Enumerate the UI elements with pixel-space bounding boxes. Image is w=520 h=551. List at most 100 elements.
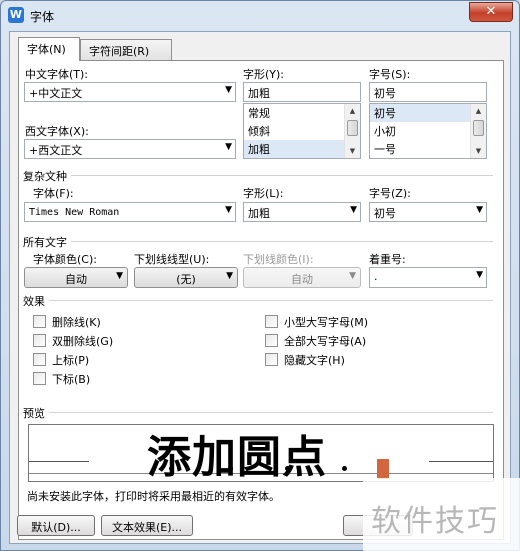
complex-font-label: 字体(F): — [33, 187, 74, 200]
font-style-list[interactable]: 常规 倾斜 加粗 ▲ ▼ — [243, 103, 361, 159]
chinese-font-combo[interactable]: +中文正文 ▼ — [24, 82, 236, 102]
checkbox-box[interactable] — [265, 353, 278, 366]
font-size-scrollbar[interactable]: ▲ ▼ — [470, 104, 486, 158]
subscript-label: 下标(B) — [52, 373, 91, 386]
complex-font-value: Times New Roman — [29, 207, 120, 218]
underline-type-dropdown[interactable]: (无) ▼ — [134, 267, 238, 288]
font-style-option-italic[interactable]: 倾斜 — [244, 122, 360, 140]
font-color-value: 自动 — [65, 273, 87, 286]
font-style-input[interactable]: 加粗 — [243, 82, 361, 102]
font-size-option-yihao[interactable]: 一号 — [370, 140, 486, 158]
preview-baseline-right — [429, 461, 493, 462]
chevron-down-icon[interactable]: ▼ — [226, 271, 233, 281]
font-size-option-chuhao[interactable]: 初号 — [370, 104, 486, 122]
text-effects-button[interactable]: 文本效果(E)... — [101, 515, 193, 536]
font-style-option-bold[interactable]: 加粗 — [244, 140, 360, 158]
font-size-input[interactable]: 初号 — [369, 82, 487, 102]
underline-color-label: 下划线颜色(I): — [243, 253, 314, 266]
font-color-dropdown[interactable]: 自动 ▼ — [24, 267, 128, 288]
chevron-down-icon[interactable]: ▼ — [225, 142, 232, 152]
chevron-down-icon: ▼ — [349, 271, 356, 281]
effects-section-title: 效果 — [23, 293, 49, 309]
wps-app-icon: W — [8, 7, 24, 23]
hidden-text-checkbox[interactable]: 隐藏文字(H) — [265, 352, 345, 368]
strikethrough-checkbox[interactable]: 删除线(K) — [33, 314, 101, 330]
emphasis-dot — [169, 466, 174, 471]
chevron-down-icon[interactable]: ▼ — [476, 270, 483, 280]
scrollbar-thumb[interactable] — [347, 120, 358, 136]
chevron-down-icon[interactable]: ▼ — [225, 205, 232, 215]
font-style-label: 字形(Y): — [243, 68, 285, 81]
western-font-combo[interactable]: +西文正文 ▼ — [24, 139, 236, 159]
subscript-checkbox[interactable]: 下标(B) — [33, 371, 90, 387]
chinese-font-label: 中文字体(T): — [25, 68, 89, 81]
complex-style-label: 字形(L): — [243, 187, 284, 200]
superscript-checkbox[interactable]: 上标(P) — [33, 352, 89, 368]
small-caps-checkbox[interactable]: 小型大写字母(M) — [265, 314, 368, 330]
checkbox-box[interactable] — [33, 315, 46, 328]
complex-section-title: 复杂文种 — [23, 168, 71, 184]
scroll-up-arrow-icon[interactable]: ▲ — [471, 104, 486, 118]
double-strikethrough-checkbox[interactable]: 双删除线(G) — [33, 333, 113, 349]
close-button[interactable]: ✕ — [469, 2, 513, 22]
all-caps-checkbox[interactable]: 全部大写字母(A) — [265, 333, 366, 349]
font-color-label: 字体颜色(C): — [33, 253, 97, 266]
superscript-label: 上标(P) — [52, 354, 90, 367]
font-size-option-xiaochu[interactable]: 小初 — [370, 122, 486, 140]
all-text-separator — [23, 241, 493, 242]
strikethrough-label: 删除线(K) — [52, 316, 101, 329]
title-bar[interactable]: W 字体 ✕ — [1, 1, 519, 31]
effects-separator — [23, 300, 493, 301]
preview-separator — [23, 412, 493, 413]
chevron-down-icon[interactable]: ▼ — [116, 271, 123, 281]
text-cursor — [377, 459, 389, 479]
all-caps-label: 全部大写字母(A) — [284, 335, 367, 348]
chinese-font-value: +中文正文 — [29, 87, 83, 100]
font-size-label: 字号(S): — [369, 68, 411, 81]
complex-separator — [23, 175, 493, 176]
small-caps-label: 小型大写字母(M) — [284, 316, 369, 329]
chevron-down-icon[interactable]: ▼ — [476, 205, 483, 215]
tab-font[interactable]: 字体(N) — [18, 37, 80, 61]
underline-color-dropdown: 自动 ▼ — [243, 267, 361, 288]
emphasis-value: . — [374, 270, 378, 283]
checkbox-box[interactable] — [33, 334, 46, 347]
checkbox-box[interactable] — [33, 372, 46, 385]
complex-style-combo[interactable]: 加粗 ▼ — [243, 202, 361, 222]
underline-type-label: 下划线线型(U): — [134, 253, 210, 266]
emphasis-label: 着重号: — [369, 253, 406, 266]
complex-style-value: 加粗 — [248, 207, 270, 220]
complex-font-combo[interactable]: Times New Roman ▼ — [24, 202, 236, 222]
all-text-section-title: 所有文字 — [23, 234, 71, 250]
tab-character-spacing[interactable]: 字符间距(R) — [80, 39, 172, 60]
emphasis-dot — [228, 466, 233, 471]
preview-text: 添加圆点 — [147, 432, 327, 482]
checkbox-box[interactable] — [265, 315, 278, 328]
checkbox-box[interactable] — [33, 353, 46, 366]
preview-baseline-left — [29, 461, 89, 462]
preview-section-title: 预览 — [23, 405, 49, 421]
preview-box: 添加圆点 — [28, 424, 494, 482]
underline-type-value: (无) — [176, 273, 196, 286]
complex-size-combo[interactable]: 初号 ▼ — [369, 202, 487, 222]
chevron-down-icon[interactable]: ▼ — [350, 205, 357, 215]
emphasis-dot — [285, 466, 290, 471]
default-button[interactable]: 默认(D)... — [17, 515, 95, 536]
scroll-down-arrow-icon[interactable]: ▼ — [345, 144, 360, 158]
font-style-option-regular[interactable]: 常规 — [244, 104, 360, 122]
font-style-scrollbar[interactable]: ▲ ▼ — [344, 104, 360, 158]
font-dialog-window: W 字体 ✕ 字体(N) 字符间距(R) 中文字体(T): +中文正文 ▼ 西文… — [0, 0, 520, 551]
western-font-value: +西文正文 — [29, 144, 83, 157]
scroll-down-arrow-icon[interactable]: ▼ — [471, 144, 486, 158]
complex-size-value: 初号 — [374, 207, 396, 220]
font-size-list[interactable]: 初号 小初 一号 ▲ ▼ — [369, 103, 487, 159]
watermark: 软件技巧 — [363, 478, 520, 551]
scroll-up-arrow-icon[interactable]: ▲ — [345, 104, 360, 118]
emphasis-combo[interactable]: . ▼ — [369, 267, 487, 288]
underline-color-value: 自动 — [291, 273, 313, 286]
dialog-client-area: 字体(N) 字符间距(R) 中文字体(T): +中文正文 ▼ 西文字体(X): … — [9, 31, 511, 544]
scrollbar-thumb[interactable] — [473, 120, 484, 136]
font-tab-panel: 中文字体(T): +中文正文 ▼ 西文字体(X): +西文正文 ▼ 字形(Y):… — [18, 60, 504, 540]
chevron-down-icon[interactable]: ▼ — [225, 85, 232, 95]
checkbox-box[interactable] — [265, 334, 278, 347]
